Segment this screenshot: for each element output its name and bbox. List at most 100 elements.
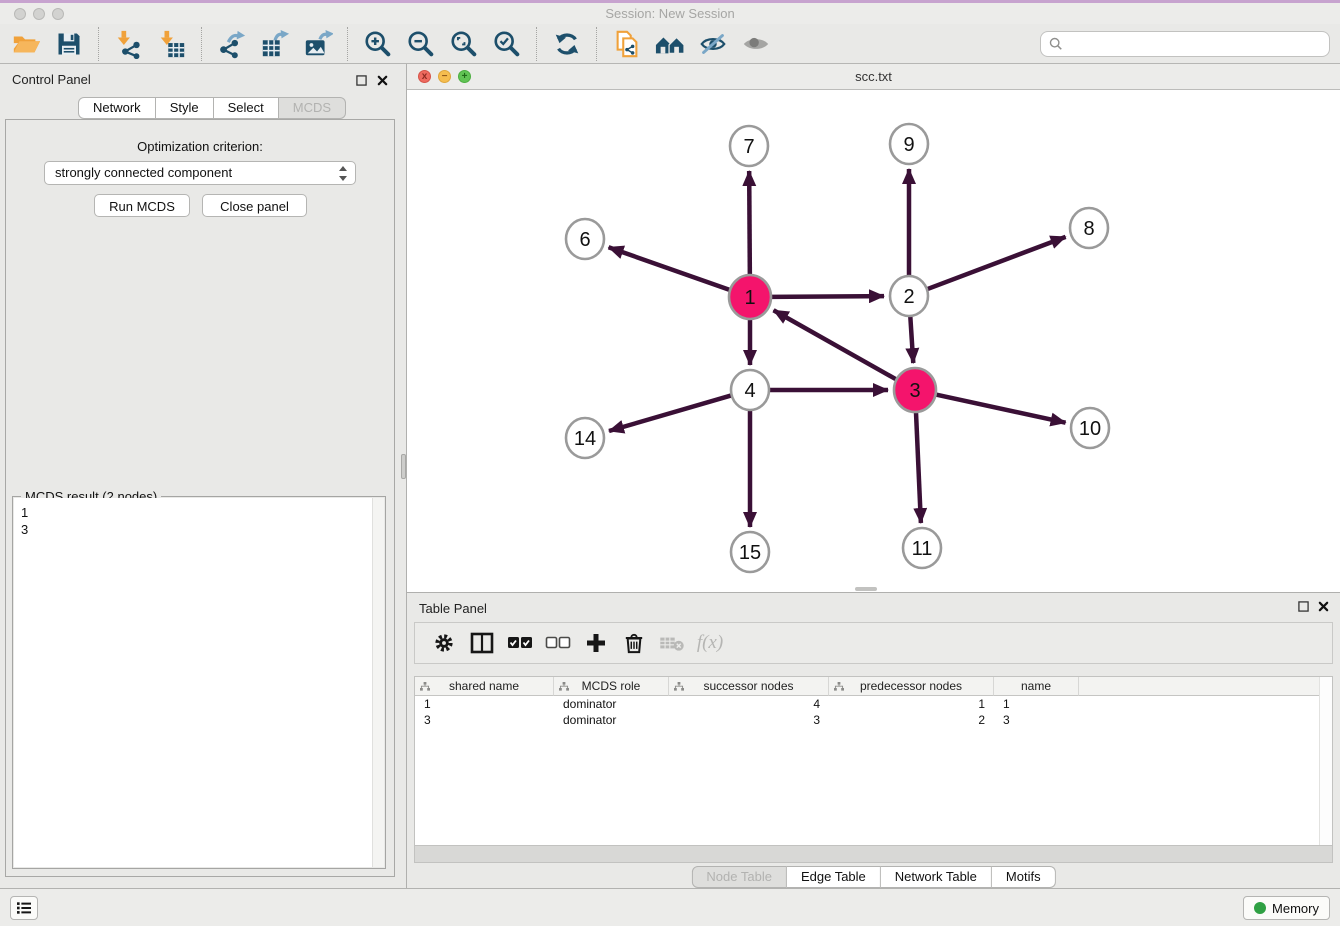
criterion-select[interactable]: strongly connected component xyxy=(44,161,356,185)
node-6[interactable]: 6 xyxy=(566,219,604,259)
table-cell[interactable]: 1 xyxy=(994,696,1079,712)
refresh-layout-button[interactable] xyxy=(545,26,588,62)
memory-button[interactable]: Memory xyxy=(1243,896,1330,920)
close-panel-button[interactable] xyxy=(375,73,389,87)
node-11[interactable]: 11 xyxy=(903,528,941,568)
run-mcds-button[interactable]: Run MCDS xyxy=(94,194,190,217)
fit-content-icon xyxy=(449,29,479,59)
node-8[interactable]: 8 xyxy=(1070,208,1108,248)
float-window-icon xyxy=(1298,601,1309,612)
node-9[interactable]: 9 xyxy=(890,124,928,164)
export-network-icon xyxy=(217,29,247,59)
create-column-button[interactable] xyxy=(577,625,615,661)
node-label: 3 xyxy=(909,380,920,402)
tab-mcds[interactable]: MCDS xyxy=(279,97,346,119)
column-header-mcds-role[interactable]: MCDS role xyxy=(554,677,669,696)
table-cell[interactable]: 2 xyxy=(829,712,994,728)
control-panel-tabbar: NetworkStyleSelectMCDS xyxy=(78,97,346,119)
tab-edge-table[interactable]: Edge Table xyxy=(787,866,881,888)
task-history-button[interactable] xyxy=(10,896,38,920)
float-panel-button[interactable] xyxy=(354,73,368,87)
node-10[interactable]: 10 xyxy=(1071,408,1109,448)
table-cell[interactable]: dominator xyxy=(554,712,669,728)
node-15[interactable]: 15 xyxy=(731,532,769,572)
table-tabbar: Node TableEdge TableNetwork TableMotifs xyxy=(691,866,1055,888)
node-4[interactable]: 4 xyxy=(731,370,769,410)
zoom-in-button[interactable] xyxy=(356,26,399,62)
node-label: 6 xyxy=(579,229,590,251)
table-cell[interactable]: 1 xyxy=(415,696,554,712)
table-body: 1dominator4113dominator323 xyxy=(415,696,1332,728)
edge-2-8[interactable] xyxy=(928,237,1066,289)
node-2[interactable]: 2 xyxy=(890,276,928,316)
function-builder-button: f(x) xyxy=(691,625,729,661)
node-3[interactable]: 3 xyxy=(894,368,936,412)
hide-selected-button[interactable] xyxy=(691,26,734,62)
splitter-handle[interactable] xyxy=(401,454,406,479)
zoom-out-button[interactable] xyxy=(399,26,442,62)
table-row[interactable]: 1dominator411 xyxy=(415,696,1332,712)
table-cell[interactable]: 3 xyxy=(415,712,554,728)
edge-3-11[interactable] xyxy=(916,412,921,523)
tab-network-table[interactable]: Network Table xyxy=(881,866,992,888)
edge-3-1[interactable] xyxy=(774,310,896,379)
new-network-from-selection-button[interactable] xyxy=(605,26,648,62)
network-hscrollbar[interactable] xyxy=(855,587,877,591)
edge-1-7[interactable] xyxy=(749,171,750,275)
node-1[interactable]: 1 xyxy=(729,275,771,319)
control-panel-header: Control Panel xyxy=(0,64,400,96)
mcds-result-list[interactable]: 13 xyxy=(14,498,384,867)
column-header-name[interactable]: name xyxy=(994,677,1079,696)
node-label: 11 xyxy=(912,538,933,560)
toggle-column-layout-button[interactable] xyxy=(463,625,501,661)
tab-style[interactable]: Style xyxy=(156,97,214,119)
node-7[interactable]: 7 xyxy=(730,126,768,166)
import-table-button[interactable] xyxy=(150,26,193,62)
hide-all-columns-button[interactable] xyxy=(539,625,577,661)
tab-node-table[interactable]: Node Table xyxy=(691,866,787,888)
network-canvas[interactable]: 1 2 3 4 6 7 8 9 10 11 14 15 xyxy=(407,90,1340,592)
float-table-panel-button[interactable] xyxy=(1296,599,1310,613)
export-table-button[interactable] xyxy=(253,26,296,62)
table-cell[interactable]: dominator xyxy=(554,696,669,712)
column-header-shared-name[interactable]: shared name xyxy=(415,677,554,696)
edge-1-2[interactable] xyxy=(772,296,884,297)
close-panel-action-button[interactable]: Close panel xyxy=(202,194,307,217)
column-header-successor-nodes[interactable]: successor nodes xyxy=(669,677,829,696)
table-cell[interactable]: 4 xyxy=(669,696,829,712)
export-image-button[interactable] xyxy=(296,26,339,62)
panel-splitter[interactable] xyxy=(400,64,407,888)
copy-network-icon xyxy=(612,29,642,59)
node-14[interactable]: 14 xyxy=(566,418,604,458)
show-all-button[interactable] xyxy=(734,26,777,62)
import-network-button[interactable] xyxy=(107,26,150,62)
fit-content-button[interactable] xyxy=(442,26,485,62)
table-cell[interactable]: 3 xyxy=(994,712,1079,728)
mcds-result-item[interactable]: 3 xyxy=(21,521,384,538)
search-input[interactable] xyxy=(1040,31,1330,57)
delete-column-button[interactable] xyxy=(615,625,653,661)
table-row[interactable]: 3dominator323 xyxy=(415,712,1332,728)
column-header-predecessor-nodes[interactable]: predecessor nodes xyxy=(829,677,994,696)
result-list-scrollbar[interactable] xyxy=(372,498,384,867)
save-session-button[interactable] xyxy=(47,26,90,62)
network-graph[interactable]: 1 2 3 4 6 7 8 9 10 11 14 15 xyxy=(407,90,1340,592)
tab-network[interactable]: Network xyxy=(78,97,156,119)
export-network-button[interactable] xyxy=(210,26,253,62)
tab-select[interactable]: Select xyxy=(214,97,279,119)
table-vscrollbar[interactable] xyxy=(1319,677,1332,845)
mcds-result-item[interactable]: 1 xyxy=(21,504,384,521)
show-all-columns-button[interactable] xyxy=(501,625,539,661)
close-table-panel-button[interactable] xyxy=(1316,599,1330,613)
edge-1-6[interactable] xyxy=(609,247,730,289)
open-session-button[interactable] xyxy=(4,26,47,62)
table-settings-button[interactable] xyxy=(425,625,463,661)
first-neighbors-button[interactable] xyxy=(648,26,691,62)
edge-4-14[interactable] xyxy=(609,396,731,431)
table-cell[interactable]: 1 xyxy=(829,696,994,712)
tab-motifs[interactable]: Motifs xyxy=(992,866,1056,888)
edge-3-10[interactable] xyxy=(936,395,1065,423)
table-cell[interactable]: 3 xyxy=(669,712,829,728)
edge-2-3[interactable] xyxy=(910,316,913,363)
zoom-selected-button[interactable] xyxy=(485,26,528,62)
